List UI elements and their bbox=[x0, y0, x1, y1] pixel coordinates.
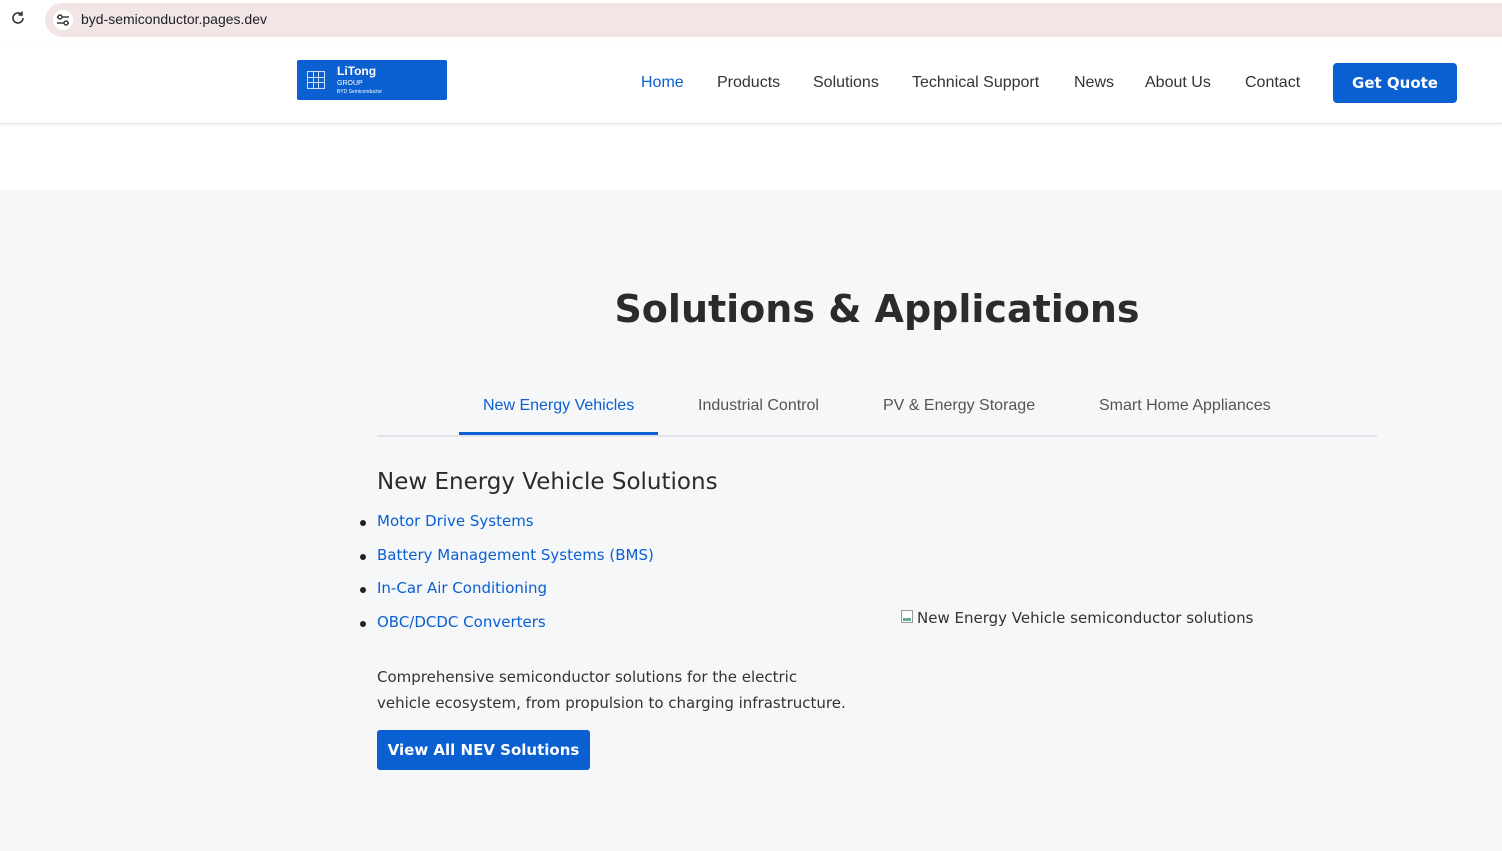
tab-industrial-control[interactable]: Industrial Control bbox=[698, 397, 819, 415]
tab-smart-home-appliances[interactable]: Smart Home Appliances bbox=[1099, 397, 1271, 415]
logo-name: LiTong bbox=[337, 64, 377, 78]
list-item[interactable]: OBC/DCDC Converters bbox=[357, 613, 654, 647]
logo-group: GROUP bbox=[337, 80, 363, 87]
tab-new-energy-vehicles[interactable]: New Energy Vehicles bbox=[483, 397, 634, 415]
solution-tabs: New Energy Vehicles Industrial Control P… bbox=[377, 388, 1377, 437]
nav-products[interactable]: Products bbox=[717, 74, 780, 92]
site-info-icon[interactable] bbox=[53, 10, 73, 30]
nav-about-us[interactable]: About Us bbox=[1145, 74, 1211, 92]
site-header: LiTong GROUP BYD Semiconductor Home Prod… bbox=[0, 44, 1502, 124]
solutions-section: Solutions & Applications New Energy Vehi… bbox=[0, 190, 1502, 851]
logo-grid-icon bbox=[307, 71, 325, 89]
image-alt-text: New Energy Vehicle semiconductor solutio… bbox=[917, 609, 1254, 627]
broken-image-icon bbox=[901, 609, 915, 625]
url-text[interactable]: byd-semiconductor.pages.dev bbox=[81, 11, 267, 27]
nav-home[interactable]: Home bbox=[641, 74, 684, 92]
list-item-label[interactable]: Motor Drive Systems bbox=[377, 512, 534, 530]
view-all-nev-solutions-button[interactable]: View All NEV Solutions bbox=[377, 730, 590, 770]
list-item[interactable]: Motor Drive Systems bbox=[357, 512, 654, 546]
list-item-label[interactable]: Battery Management Systems (BMS) bbox=[377, 546, 654, 564]
site-logo[interactable]: LiTong GROUP BYD Semiconductor bbox=[297, 60, 447, 100]
active-tab-indicator bbox=[459, 432, 658, 435]
bullet-icon bbox=[360, 520, 366, 526]
reload-icon[interactable] bbox=[9, 10, 27, 28]
nav-solutions[interactable]: Solutions bbox=[813, 74, 879, 92]
solution-image: New Energy Vehicle semiconductor solutio… bbox=[901, 609, 1253, 627]
get-quote-button[interactable]: Get Quote bbox=[1333, 63, 1457, 103]
list-item-label[interactable]: In-Car Air Conditioning bbox=[377, 579, 547, 597]
logo-subtitle: BYD Semiconductor bbox=[337, 89, 383, 95]
nav-contact[interactable]: Contact bbox=[1245, 74, 1300, 92]
list-item[interactable]: In-Car Air Conditioning bbox=[357, 579, 654, 613]
tab-pv-energy-storage[interactable]: PV & Energy Storage bbox=[883, 397, 1035, 415]
bullet-icon bbox=[360, 553, 366, 560]
address-bar[interactable]: byd-semiconductor.pages.dev bbox=[45, 3, 1502, 37]
browser-toolbar: byd-semiconductor.pages.dev bbox=[0, 0, 1502, 42]
panel-title: New Energy Vehicle Solutions bbox=[377, 469, 718, 495]
bullet-icon bbox=[360, 587, 366, 593]
list-item[interactable]: Battery Management Systems (BMS) bbox=[357, 546, 654, 580]
solution-list: Motor Drive Systems Battery Management S… bbox=[357, 512, 654, 646]
nav-news[interactable]: News bbox=[1074, 74, 1114, 92]
nav-technical-support[interactable]: Technical Support bbox=[912, 74, 1039, 92]
panel-description: Comprehensive semiconductor solutions fo… bbox=[377, 668, 846, 712]
bullet-icon bbox=[360, 620, 366, 627]
list-item-label[interactable]: OBC/DCDC Converters bbox=[377, 613, 546, 631]
section-title: Solutions & Applications bbox=[614, 287, 1140, 331]
